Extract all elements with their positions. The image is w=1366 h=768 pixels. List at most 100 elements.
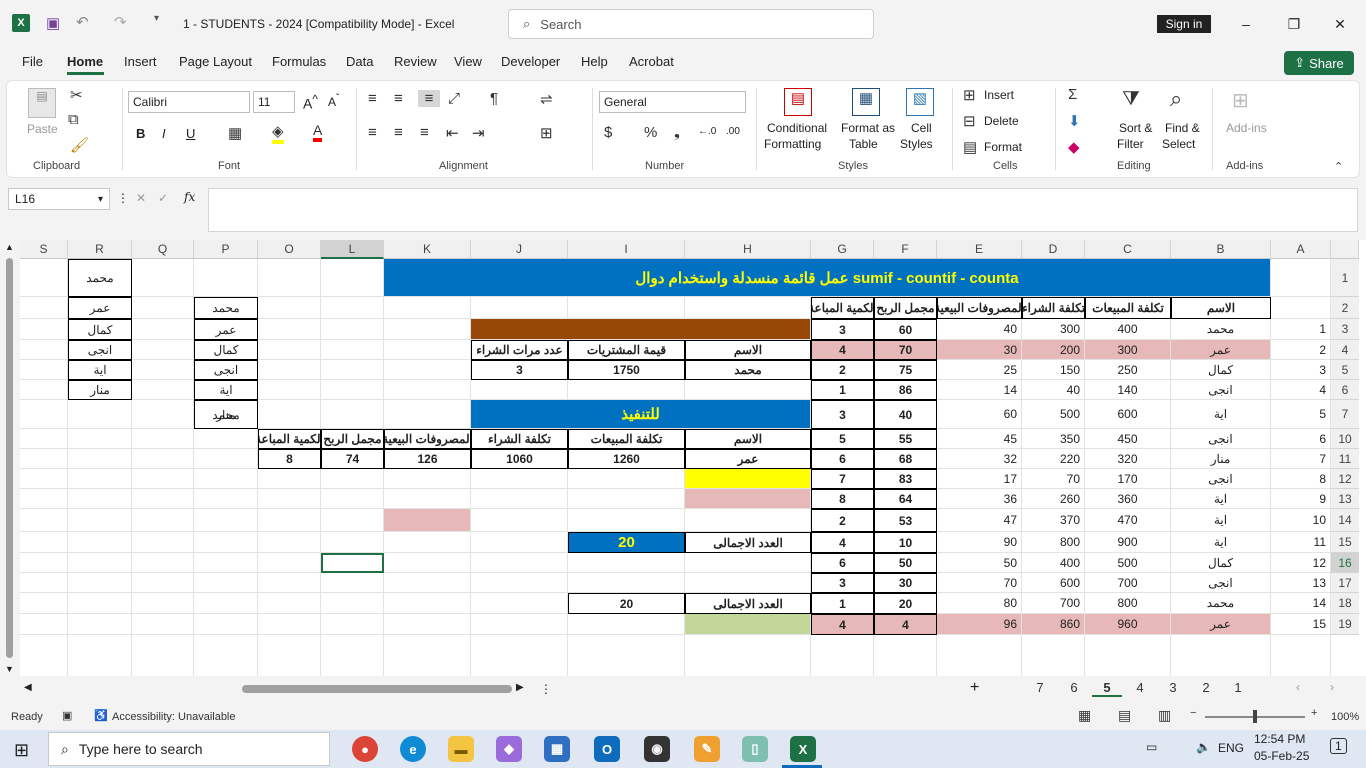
name-cell[interactable]: محمد [1171, 319, 1271, 340]
lookup1-count[interactable]: 3 [471, 360, 568, 380]
taskbar-time[interactable]: 12:54 PM [1254, 732, 1305, 746]
row-number[interactable]: 1 [1271, 319, 1331, 340]
list-r-item[interactable]: اية [68, 360, 132, 380]
tab-split-icon[interactable]: ⋮ [540, 682, 552, 696]
paste-button[interactable]: Paste [27, 122, 58, 136]
decrease-decimal-icon[interactable]: .00 [726, 126, 740, 137]
qty-cell[interactable]: 4 [811, 532, 874, 553]
column-header[interactable]: I [568, 240, 685, 259]
menu-home[interactable]: Home [67, 54, 103, 69]
lookup1-header-name[interactable]: الاسم [685, 340, 811, 360]
autosum-icon[interactable]: Σ [1068, 86, 1077, 103]
zoom-level[interactable]: 100% [1331, 711, 1359, 723]
row-header[interactable]: 1 [1331, 259, 1359, 297]
sales-cost-cell[interactable]: 470 [1085, 509, 1171, 532]
merge-center-icon[interactable]: ⊞ [540, 124, 553, 142]
column-header[interactable]: Q [132, 240, 194, 259]
sales-exp-cell[interactable]: 14 [937, 380, 1022, 400]
column-header[interactable]: B [1171, 240, 1271, 259]
brown-banner[interactable] [471, 319, 811, 340]
total-label[interactable]: العدد الاجمالى [685, 593, 811, 614]
profit-cell[interactable]: 64 [874, 489, 937, 509]
profit-cell[interactable]: 30 [874, 573, 937, 593]
purchase-cost-cell[interactable]: 370 [1022, 509, 1085, 532]
vertical-scrollbar[interactable]: ▲ ▼ [0, 240, 20, 676]
notepad-icon[interactable]: ▯ [742, 736, 768, 762]
table-header-sales_exp[interactable]: المصروفات البيعية [937, 297, 1022, 319]
row-number[interactable]: 8 [1271, 469, 1331, 489]
row-header[interactable]: 2 [1331, 297, 1359, 319]
name-cell[interactable]: محمد [1171, 593, 1271, 614]
row-header[interactable]: 10 [1331, 429, 1359, 449]
row-number[interactable]: 9 [1271, 489, 1331, 509]
underline-icon[interactable]: U [186, 126, 195, 141]
qty-cell[interactable]: 3 [811, 400, 874, 429]
currency-icon[interactable]: $ [604, 124, 612, 141]
purchase-cost-cell[interactable]: 800 [1022, 532, 1085, 553]
lookup2-header-purchase_cost[interactable]: تكلفة الشراء [471, 429, 568, 449]
qty-cell[interactable]: 6 [811, 553, 874, 573]
name-box[interactable]: L16 ▾ [8, 188, 110, 210]
customize-qat-icon[interactable]: ▾ [154, 13, 159, 24]
lookup2-purchase[interactable]: 1060 [471, 449, 568, 469]
sort-filter-icon[interactable]: ⧩ [1122, 88, 1140, 111]
profit-cell[interactable]: 40 [874, 400, 937, 429]
lookup2-sales[interactable]: 1260 [568, 449, 685, 469]
copy-icon[interactable]: ⧉ [68, 111, 79, 128]
sheet-tab[interactable]: 2 [1191, 680, 1221, 695]
purchase-cost-cell[interactable]: 150 [1022, 360, 1085, 380]
sales-cost-cell[interactable]: 320 [1085, 449, 1171, 469]
name-cell[interactable]: اية [1171, 400, 1271, 429]
formula-input[interactable] [208, 188, 1358, 232]
menu-file[interactable]: File [22, 54, 43, 69]
sales-exp-cell[interactable]: 30 [937, 340, 1022, 360]
purchase-cost-cell[interactable]: 860 [1022, 614, 1085, 635]
sales-exp-cell[interactable]: 45 [937, 429, 1022, 449]
outlook-icon[interactable]: O [594, 736, 620, 762]
sheet-tab[interactable]: 1 [1223, 680, 1253, 695]
list-p-item[interactable]: كمال [194, 340, 258, 360]
zoom-out-icon[interactable]: − [1190, 707, 1196, 719]
language-indicator[interactable]: ENG [1218, 741, 1244, 755]
format-as-table-icon[interactable]: ▦ [852, 88, 880, 116]
row-header[interactable]: 15 [1331, 532, 1359, 553]
increase-indent-icon[interactable]: ⇥ [472, 124, 485, 142]
percent-icon[interactable]: % [644, 124, 657, 141]
purchase-cost-cell[interactable]: 700 [1022, 593, 1085, 614]
taskbar-search[interactable]: ⌕ Type here to search [48, 732, 330, 766]
yellow-cell[interactable] [685, 469, 811, 489]
purchase-cost-cell[interactable]: 600 [1022, 573, 1085, 593]
exec-banner[interactable]: للتنفيذ [471, 400, 811, 429]
column-header[interactable]: J [471, 240, 568, 259]
column-header[interactable]: D [1022, 240, 1085, 259]
green-cell[interactable] [685, 614, 811, 635]
volume-icon[interactable]: 🔈 [1196, 740, 1211, 754]
conditional-formatting-icon[interactable]: ▤ [784, 88, 812, 116]
sheet-tab[interactable]: 7 [1025, 680, 1055, 695]
chrome-icon[interactable]: ● [352, 736, 378, 762]
close-button[interactable]: ✕ [1325, 10, 1355, 38]
list-r-header[interactable]: محمد [68, 259, 132, 297]
menu-page-layout[interactable]: Page Layout [179, 54, 252, 69]
lookup2-name[interactable]: عمر [685, 449, 811, 469]
paint-icon[interactable]: ✎ [694, 736, 720, 762]
row-header[interactable]: 12 [1331, 469, 1359, 489]
edge-icon[interactable]: e [400, 736, 426, 762]
lookup1-header-count[interactable]: عدد مرات الشراء [471, 340, 568, 360]
profit-cell[interactable]: 4 [874, 614, 937, 635]
align-center-icon[interactable]: ≡ [394, 124, 403, 141]
row-header[interactable]: 11 [1331, 449, 1359, 469]
table-header-qty[interactable]: الكمية المباعة [811, 297, 874, 319]
page-break-view-icon[interactable]: ▥ [1158, 707, 1171, 724]
qty-cell[interactable]: 1 [811, 380, 874, 400]
lookup2-header-sales_exp[interactable]: المصروفات البيعية [384, 429, 471, 449]
zoom-slider-thumb[interactable] [1253, 710, 1257, 723]
qty-cell[interactable]: 2 [811, 509, 874, 532]
insert-cells-icon[interactable]: ⊞ [963, 86, 976, 104]
row-number[interactable]: 10 [1271, 509, 1331, 532]
cancel-icon[interactable]: ✕ [136, 191, 146, 205]
font-name-select[interactable]: Calibri [128, 91, 250, 113]
add-sheet-icon[interactable]: + [970, 679, 979, 697]
normal-view-icon[interactable]: ▦ [1078, 707, 1091, 724]
lookup2-exp[interactable]: 126 [384, 449, 471, 469]
